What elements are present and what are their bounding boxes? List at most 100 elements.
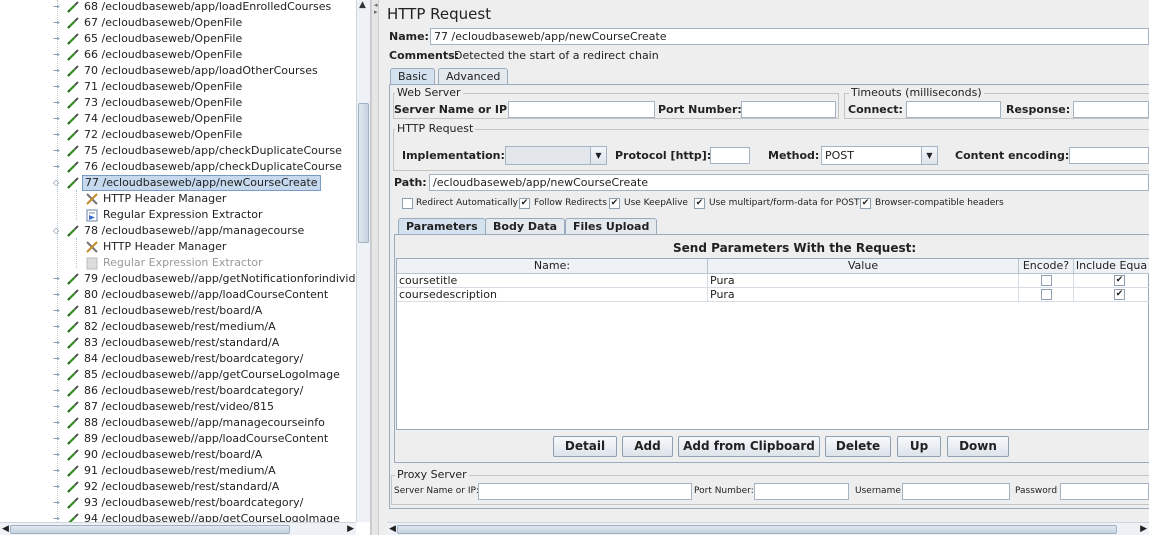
tree-expand-icon[interactable]: ⊸ <box>53 51 62 59</box>
tab-body-data[interactable]: Body Data <box>485 218 566 235</box>
down-button[interactable]: Down <box>947 436 1009 457</box>
tree-sampler-item[interactable]: ⊸ 87 /ecloudbaseweb/rest/video/815 <box>0 399 356 415</box>
tree-expand-icon[interactable]: ⊸ <box>53 3 62 11</box>
proxy-server-field[interactable] <box>478 483 692 500</box>
tree-sampler-item[interactable]: ⊸ 89 /ecloudbaseweb//app/loadCourseConten… <box>0 431 356 447</box>
tree-sampler-item[interactable]: ⊸ 72 /ecloudbaseweb/OpenFile <box>0 127 356 143</box>
tree-expand-icon[interactable]: ⊸ <box>53 291 62 299</box>
use-multipart-checkbox[interactable]: ✔ <box>694 198 705 209</box>
tree-expand-icon[interactable]: ⊸ <box>53 451 62 459</box>
param-name-cell[interactable]: coursedescription <box>397 288 708 302</box>
tree-sampler-item[interactable]: ⊸ 74 /ecloudbaseweb/OpenFile <box>0 111 356 127</box>
tree-sampler-item[interactable]: ⊸ 68 /ecloudbaseweb/app/loadEnrolledCours… <box>0 0 356 15</box>
add-button[interactable]: Add <box>622 436 673 457</box>
column-header-value[interactable]: Value <box>708 259 1019 274</box>
scroll-right-icon[interactable]: ▶ <box>347 524 354 534</box>
protocol-field[interactable] <box>710 147 750 164</box>
tree-sampler-item[interactable]: ◇ 77 /ecloudbaseweb/app/newCourseCreate <box>0 175 356 191</box>
tree-sampler-item[interactable]: ⊸ 73 /ecloudbaseweb/OpenFile <box>0 95 356 111</box>
column-header-include-equals[interactable]: Include Equa <box>1074 259 1149 274</box>
tree-expand-icon[interactable]: ⊸ <box>53 371 62 379</box>
tree-sampler-item[interactable]: ⊸ 84 /ecloudbaseweb/rest/boardcategory/ <box>0 351 356 367</box>
tab-basic[interactable]: Basic <box>390 68 436 85</box>
path-field[interactable]: /ecloudbaseweb/app/newCourseCreate <box>429 174 1149 191</box>
tree-expand-icon[interactable]: ⊸ <box>53 499 62 507</box>
tree-expand-icon[interactable]: ⊸ <box>53 387 62 395</box>
up-button[interactable]: Up <box>897 436 941 457</box>
tree-expand-icon[interactable]: ⊸ <box>53 131 62 139</box>
tree-sampler-item[interactable]: ⊸ 66 /ecloudbaseweb/OpenFile <box>0 47 356 63</box>
detail-button[interactable]: Detail <box>553 436 617 457</box>
parameters-table[interactable]: Name: Value Encode? Include Equa courset… <box>396 258 1149 430</box>
tree-sampler-item[interactable]: ⊸ 75 /ecloudbaseweb/app/checkDuplicateCou… <box>0 143 356 159</box>
include-equals-checkbox[interactable]: ✔ <box>1114 289 1125 300</box>
tree-expand-icon[interactable]: ⊸ <box>53 515 62 523</box>
use-keepalive-checkbox[interactable]: ✔ <box>609 198 620 209</box>
connect-timeout-field[interactable] <box>906 101 1001 118</box>
tree-expand-icon[interactable]: ⊸ <box>53 307 62 315</box>
include-equals-checkbox[interactable]: ✔ <box>1114 275 1125 286</box>
name-field[interactable]: 77 /ecloudbaseweb/app/newCourseCreate <box>430 28 1149 45</box>
tree-child-item[interactable]: Regular Expression Extractor <box>0 255 356 271</box>
encode-checkbox[interactable] <box>1041 275 1052 286</box>
tree-expand-icon[interactable]: ⊸ <box>53 99 62 107</box>
tree-expand-icon[interactable]: ⊸ <box>53 323 62 331</box>
scroll-right-icon[interactable]: ▶ <box>1140 524 1147 534</box>
tree-expand-icon[interactable]: ⊸ <box>53 355 62 363</box>
test-plan-tree[interactable]: ⊸ 68 /ecloudbaseweb/app/loadEnrolledCours… <box>0 0 371 535</box>
tree-sampler-item[interactable]: ⊸ 86 /ecloudbaseweb/rest/boardcategory/ <box>0 383 356 399</box>
tree-sampler-item[interactable]: ⊸ 65 /ecloudbaseweb/OpenFile <box>0 31 356 47</box>
port-number-field[interactable] <box>741 101 836 118</box>
tree-sampler-item[interactable]: ⊸ 80 /ecloudbaseweb//app/loadCourseConten… <box>0 287 356 303</box>
tree-scroll-thumb[interactable] <box>358 103 369 243</box>
scroll-left-icon[interactable]: ◀ <box>2 524 9 534</box>
tree-expand-icon[interactable]: ⊸ <box>53 35 62 43</box>
column-header-name[interactable]: Name: <box>397 259 708 274</box>
tree-child-item[interactable]: HTTP Header Manager <box>0 239 356 255</box>
tree-child-item[interactable]: HTTP Header Manager <box>0 191 356 207</box>
server-name-field[interactable] <box>508 101 655 118</box>
param-value-cell[interactable]: Pura <box>708 288 1019 302</box>
tab-files-upload[interactable]: Files Upload <box>565 218 658 235</box>
tree-expand-icon[interactable]: ⊸ <box>53 483 62 491</box>
tree-expand-icon[interactable]: ⊸ <box>53 419 62 427</box>
tree-sampler-item[interactable]: ⊸ 92 /ecloudbaseweb/rest/standard/A <box>0 479 356 495</box>
scroll-left-icon[interactable]: ◀ <box>389 524 396 534</box>
tree-sampler-item[interactable]: ⊸ 81 /ecloudbaseweb/rest/board/A <box>0 303 356 319</box>
tree-sampler-item[interactable]: ⊸ 93 /ecloudbaseweb/rest/boardcategory/ <box>0 495 356 511</box>
implementation-select[interactable]: ▼ <box>505 146 607 165</box>
tab-advanced[interactable]: Advanced <box>438 68 509 85</box>
tree-sampler-item[interactable]: ⊸ 82 /ecloudbaseweb/rest/medium/A <box>0 319 356 335</box>
tree-sampler-item[interactable]: ⊸ 67 /ecloudbaseweb/OpenFile <box>0 15 356 31</box>
proxy-password-field[interactable] <box>1060 483 1149 500</box>
browser-compatible-checkbox[interactable]: ✔ <box>860 198 871 209</box>
chevron-down-icon[interactable]: ▼ <box>590 147 606 164</box>
tree-hscroll-thumb[interactable] <box>10 525 290 534</box>
param-name-cell[interactable]: coursetitle <box>397 274 708 288</box>
tree-expand-icon[interactable]: ⊸ <box>53 115 62 123</box>
tree-expand-icon[interactable]: ⊸ <box>53 147 62 155</box>
add-from-clipboard-button[interactable]: Add from Clipboard <box>678 436 820 457</box>
encode-checkbox[interactable] <box>1041 289 1052 300</box>
tree-expand-icon[interactable]: ⊸ <box>53 19 62 27</box>
tree-expand-icon[interactable]: ⊸ <box>53 339 62 347</box>
follow-redirects-checkbox[interactable]: ✔ <box>519 198 530 209</box>
tree-sampler-item[interactable]: ⊸ 71 /ecloudbaseweb/OpenFile <box>0 79 356 95</box>
tree-expand-icon[interactable]: ⊸ <box>53 275 62 283</box>
content-encoding-field[interactable] <box>1069 147 1149 164</box>
tree-vertical-scrollbar[interactable]: ▲ <box>356 0 370 522</box>
proxy-port-field[interactable] <box>754 483 849 500</box>
param-value-cell[interactable]: Pura <box>708 274 1019 288</box>
tree-sampler-item[interactable]: ⊸ 79 /ecloudbaseweb//app/getNotificationf… <box>0 271 356 287</box>
tree-sampler-item[interactable]: ⊸ 85 /ecloudbaseweb//app/getCourseLogoIma… <box>0 367 356 383</box>
tree-sampler-item[interactable]: ⊸ 70 /ecloudbaseweb/app/loadOtherCourses <box>0 63 356 79</box>
tab-parameters[interactable]: Parameters <box>398 218 486 235</box>
tree-child-item[interactable]: Regular Expression Extractor <box>0 207 356 223</box>
comments-field[interactable]: Detected the start of a redirect chain <box>454 49 659 62</box>
proxy-username-field[interactable] <box>902 483 1010 500</box>
panel-hscroll-thumb[interactable] <box>397 525 1117 534</box>
response-timeout-field[interactable] <box>1073 101 1149 118</box>
tree-expand-icon[interactable]: ⊸ <box>53 403 62 411</box>
tree-expand-icon[interactable]: ⊸ <box>53 83 62 91</box>
tree-expand-icon[interactable]: ⊸ <box>53 467 62 475</box>
